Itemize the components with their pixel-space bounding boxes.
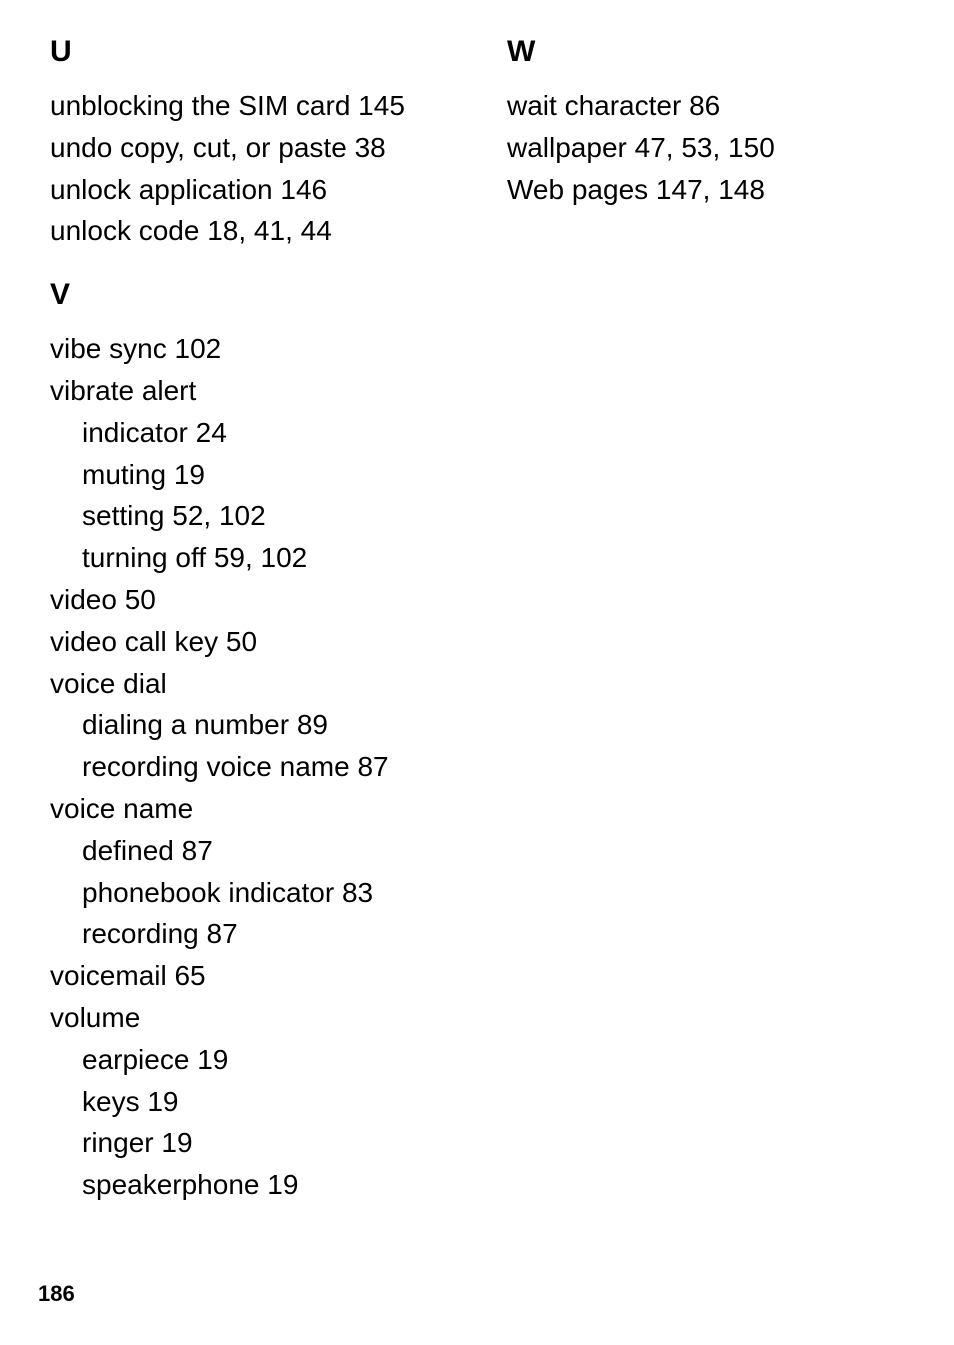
index-section-heading: V (50, 278, 447, 312)
index-term: turning off (82, 542, 206, 573)
index-term: recording voice name (82, 751, 350, 782)
index-subentry: ringer 19 (50, 1124, 447, 1162)
index-term: video (50, 584, 117, 615)
left-column: Uunblocking the SIM card 145 undo copy, c… (50, 35, 447, 1208)
index-pages: 19 (197, 1044, 228, 1075)
index-pages: 102 (175, 333, 222, 364)
index-pages: 65 (174, 960, 205, 991)
page-number: 186 (38, 1281, 75, 1307)
index-term: unblocking the SIM card (50, 90, 350, 121)
index-columns: Uunblocking the SIM card 145 undo copy, c… (50, 35, 904, 1208)
index-term: indicator (82, 417, 188, 448)
index-entry: unlock code 18, 41, 44 (50, 212, 447, 250)
index-term: unlock code (50, 215, 199, 246)
index-entry: Web pages 147, 148 (507, 171, 904, 209)
index-entry: wallpaper 47, 53, 150 (507, 129, 904, 167)
index-subentry: defined 87 (50, 832, 447, 870)
index-entry: video call key 50 (50, 623, 447, 661)
index-term: muting (82, 459, 166, 490)
index-pages: 19 (174, 459, 205, 490)
index-term: Web pages (507, 174, 648, 205)
index-term: speakerphone (82, 1169, 259, 1200)
index-pages: 50 (226, 626, 257, 657)
index-term: wallpaper (507, 132, 627, 163)
index-pages: 19 (147, 1086, 178, 1117)
index-term: dialing a number (82, 709, 289, 740)
index-term: keys (82, 1086, 140, 1117)
index-pages: 18, 41, 44 (207, 215, 332, 246)
index-pages: 47, 53, 150 (635, 132, 775, 163)
index-term: earpiece (82, 1044, 189, 1075)
index-pages: 87 (357, 751, 388, 782)
index-term: volume (50, 1002, 140, 1033)
index-term: video call key (50, 626, 218, 657)
index-pages: 87 (182, 835, 213, 866)
index-term: unlock application (50, 174, 273, 205)
index-entry: voice name (50, 790, 447, 828)
index-term: recording (82, 918, 199, 949)
index-section-heading: W (507, 35, 904, 69)
index-pages: 59, 102 (214, 542, 307, 573)
index-term: vibe sync (50, 333, 167, 364)
index-entry: unblocking the SIM card 145 (50, 87, 447, 125)
index-entry: volume (50, 999, 447, 1037)
index-subentry: turning off 59, 102 (50, 539, 447, 577)
index-term: vibrate alert (50, 375, 196, 406)
index-subentry: earpiece 19 (50, 1041, 447, 1079)
index-entry: voicemail 65 (50, 957, 447, 995)
index-term: undo copy, cut, or paste (50, 132, 347, 163)
index-entry: vibrate alert (50, 372, 447, 410)
index-subentry: recording voice name 87 (50, 748, 447, 786)
index-pages: 86 (689, 90, 720, 121)
index-section-heading: U (50, 35, 447, 69)
index-entry: voice dial (50, 665, 447, 703)
index-entry: undo copy, cut, or paste 38 (50, 129, 447, 167)
index-term: voice dial (50, 668, 167, 699)
index-subentry: recording 87 (50, 915, 447, 953)
index-pages: 24 (196, 417, 227, 448)
index-entry: video 50 (50, 581, 447, 619)
index-term: ringer (82, 1127, 154, 1158)
index-pages: 19 (267, 1169, 298, 1200)
index-subentry: dialing a number 89 (50, 706, 447, 744)
index-entry: wait character 86 (507, 87, 904, 125)
index-pages: 52, 102 (172, 500, 265, 531)
index-term: wait character (507, 90, 681, 121)
index-entry: vibe sync 102 (50, 330, 447, 368)
right-column: Wwait character 86 wallpaper 47, 53, 150 W… (507, 35, 904, 1208)
index-term: voice name (50, 793, 193, 824)
index-pages: 145 (358, 90, 405, 121)
index-entry: unlock application 146 (50, 171, 447, 209)
index-term: voicemail (50, 960, 167, 991)
index-subentry: phonebook indicator 83 (50, 874, 447, 912)
index-term: setting (82, 500, 165, 531)
index-term: phonebook indicator (82, 877, 334, 908)
index-term: defined (82, 835, 174, 866)
index-subentry: setting 52, 102 (50, 497, 447, 535)
index-pages: 19 (161, 1127, 192, 1158)
index-pages: 50 (125, 584, 156, 615)
index-pages: 147, 148 (656, 174, 765, 205)
index-subentry: speakerphone 19 (50, 1166, 447, 1204)
index-pages: 146 (280, 174, 327, 205)
index-subentry: muting 19 (50, 456, 447, 494)
index-pages: 89 (297, 709, 328, 740)
index-subentry: keys 19 (50, 1083, 447, 1121)
index-pages: 38 (355, 132, 386, 163)
index-pages: 83 (342, 877, 373, 908)
index-pages: 87 (207, 918, 238, 949)
index-subentry: indicator 24 (50, 414, 447, 452)
